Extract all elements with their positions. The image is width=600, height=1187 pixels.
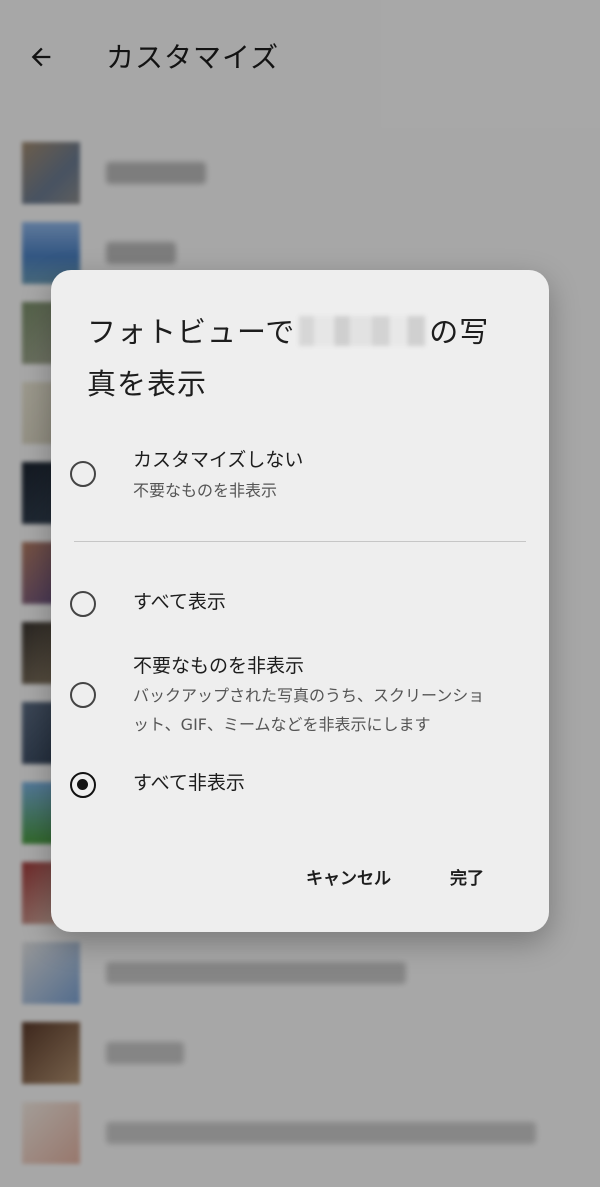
- option-hide-all[interactable]: すべて非表示: [51, 769, 549, 803]
- option-show-all[interactable]: すべて表示: [51, 588, 549, 622]
- option-description-line1: バックアップされた写真のうち、スクリーンショ: [133, 686, 485, 705]
- option-label: すべて表示: [133, 591, 226, 613]
- radio-dot: [77, 779, 88, 790]
- done-button[interactable]: 完了: [450, 862, 484, 896]
- radio-unchecked-icon[interactable]: [70, 591, 96, 617]
- option-label: カスタマイズしない: [133, 449, 304, 471]
- option-description-line2: ット、GIF、ミームなどを非表示にします: [133, 715, 431, 734]
- dialog-title-prefix: フォトビューで: [87, 315, 296, 349]
- option-description: 不要なものを非表示: [133, 481, 278, 500]
- radio-unchecked-icon[interactable]: [70, 461, 96, 487]
- radio-unchecked-icon[interactable]: [70, 682, 96, 708]
- option-label: 不要なものを非表示: [133, 655, 305, 677]
- dialog-title-suffix: の写: [429, 315, 490, 349]
- option-no-customize[interactable]: カスタマイズしない 不要なものを非表示: [51, 446, 549, 506]
- option-label: すべて非表示: [133, 772, 245, 794]
- radio-checked-icon[interactable]: [70, 772, 96, 798]
- dialog-title-line2: 真を表示: [87, 367, 208, 401]
- option-hide-unneeded[interactable]: 不要なものを非表示 バックアップされた写真のうち、スクリーンショ ット、GIF、…: [51, 652, 549, 744]
- redacted-name: [299, 316, 426, 346]
- dialog-title: フォトビューで の写 真を表示: [87, 306, 517, 410]
- cancel-button[interactable]: キャンセル: [306, 862, 391, 896]
- display-settings-dialog: フォトビューで の写 真を表示 カスタマイズしない 不要なものを非表示 すべて表示…: [51, 270, 549, 932]
- divider: [74, 541, 526, 542]
